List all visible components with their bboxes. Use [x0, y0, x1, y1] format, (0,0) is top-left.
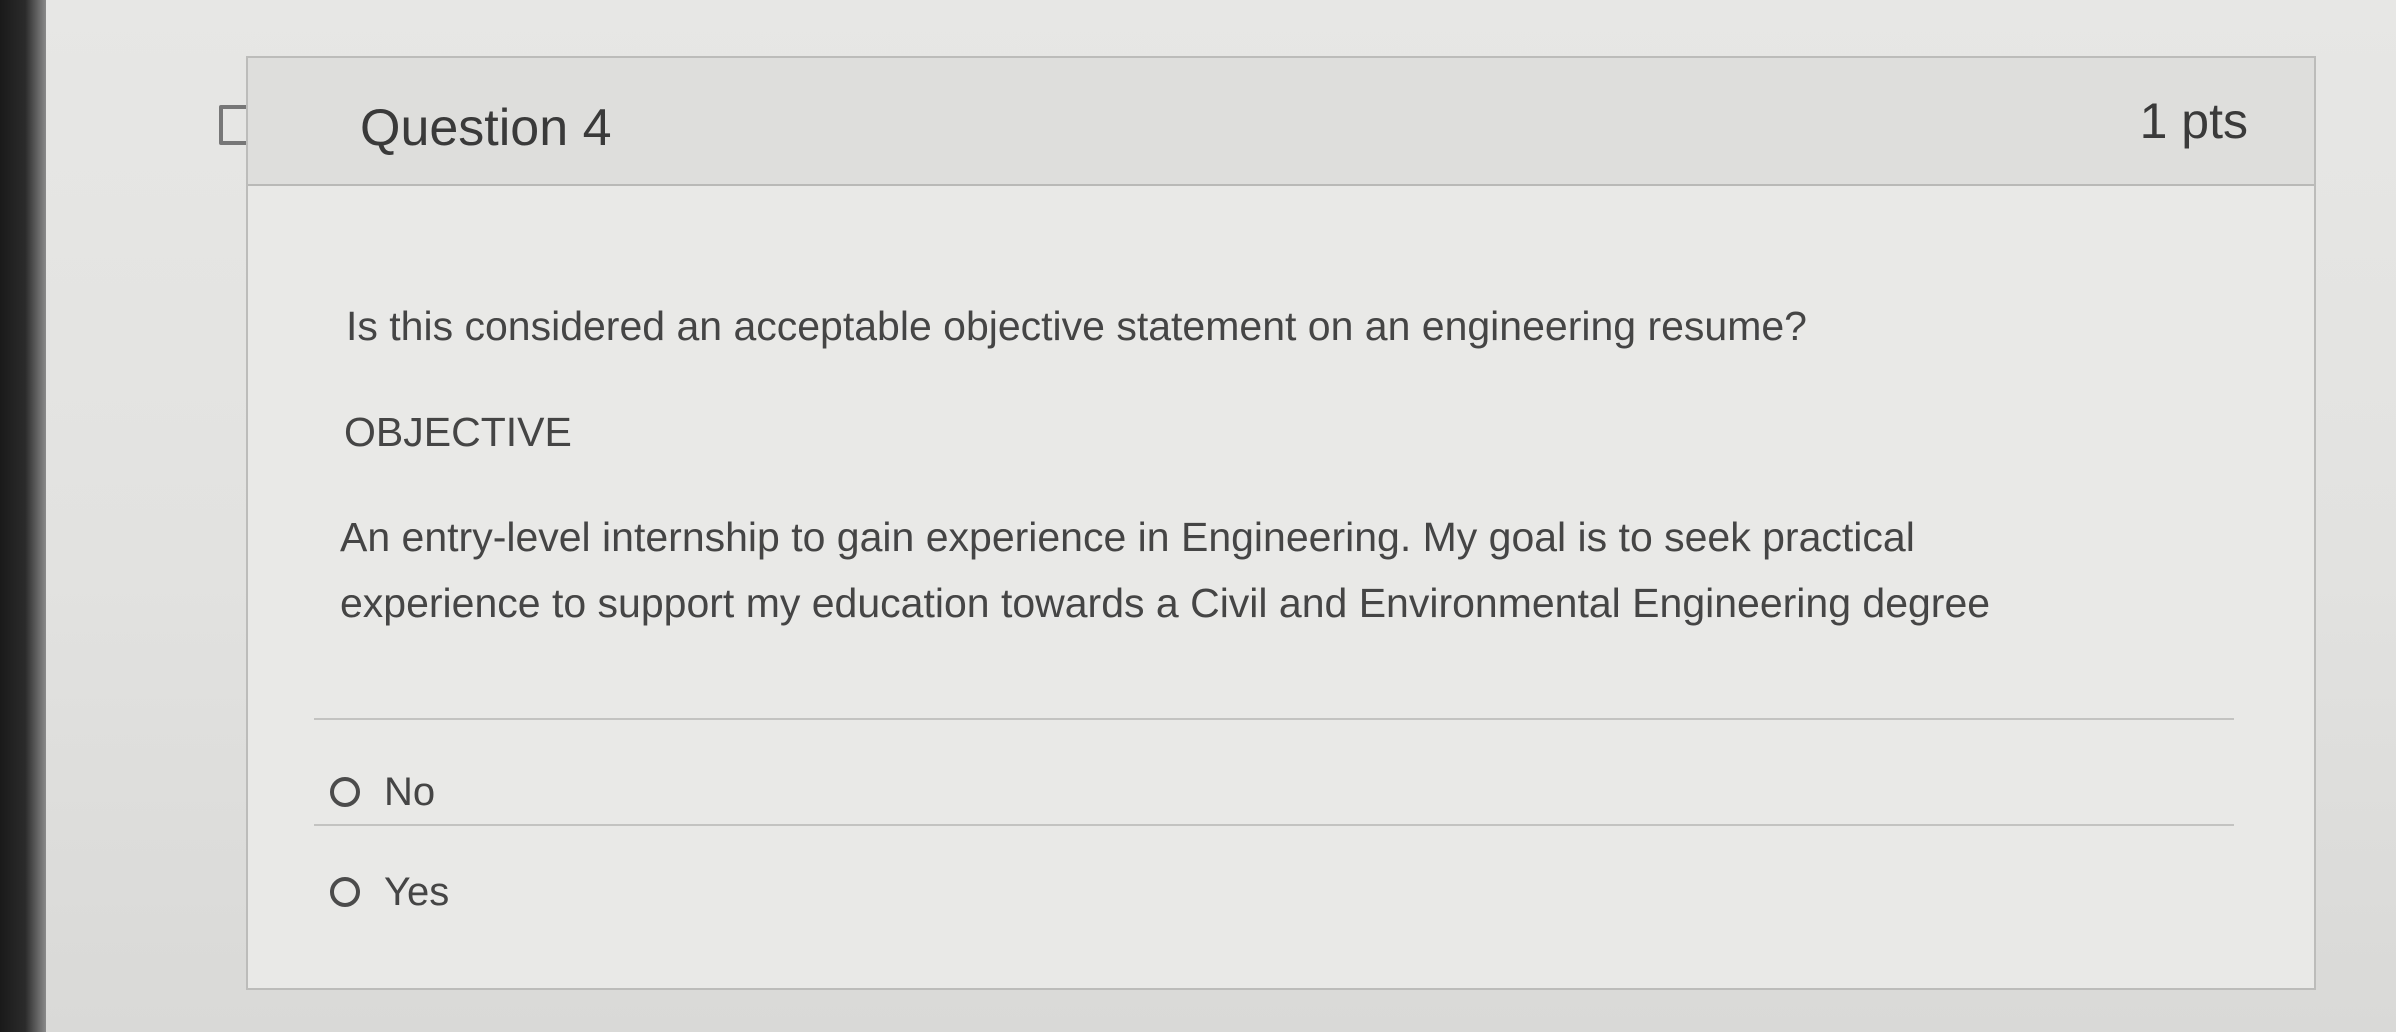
objective-line: An entry-level internship to gain experi… [340, 514, 1915, 560]
answer-label-no[interactable]: No [384, 770, 435, 815]
question-header: Question 4 1 pts [248, 58, 2314, 186]
question-card: Question 4 1 pts Is this considered an a… [246, 56, 2316, 990]
objective-heading: OBJECTIVE [344, 409, 572, 455]
radio-yes-icon[interactable] [330, 877, 360, 907]
answers-middle-divider [314, 824, 2234, 826]
answer-option-no[interactable]: No [330, 762, 435, 822]
question-text: Is this considered an acceptable objecti… [346, 303, 1807, 349]
question-points: 1 pts [2139, 93, 2248, 149]
answer-option-yes[interactable]: Yes [330, 862, 449, 922]
screen-edge [0, 0, 46, 1032]
question-title: Question 4 [360, 99, 612, 157]
answers-top-divider [314, 718, 2234, 720]
answer-label-yes[interactable]: Yes [384, 870, 449, 915]
objective-statement: An entry-level internship to gain experi… [340, 504, 2240, 636]
radio-no-icon[interactable] [330, 777, 360, 807]
objective-line: experience to support my education towar… [340, 580, 1991, 626]
